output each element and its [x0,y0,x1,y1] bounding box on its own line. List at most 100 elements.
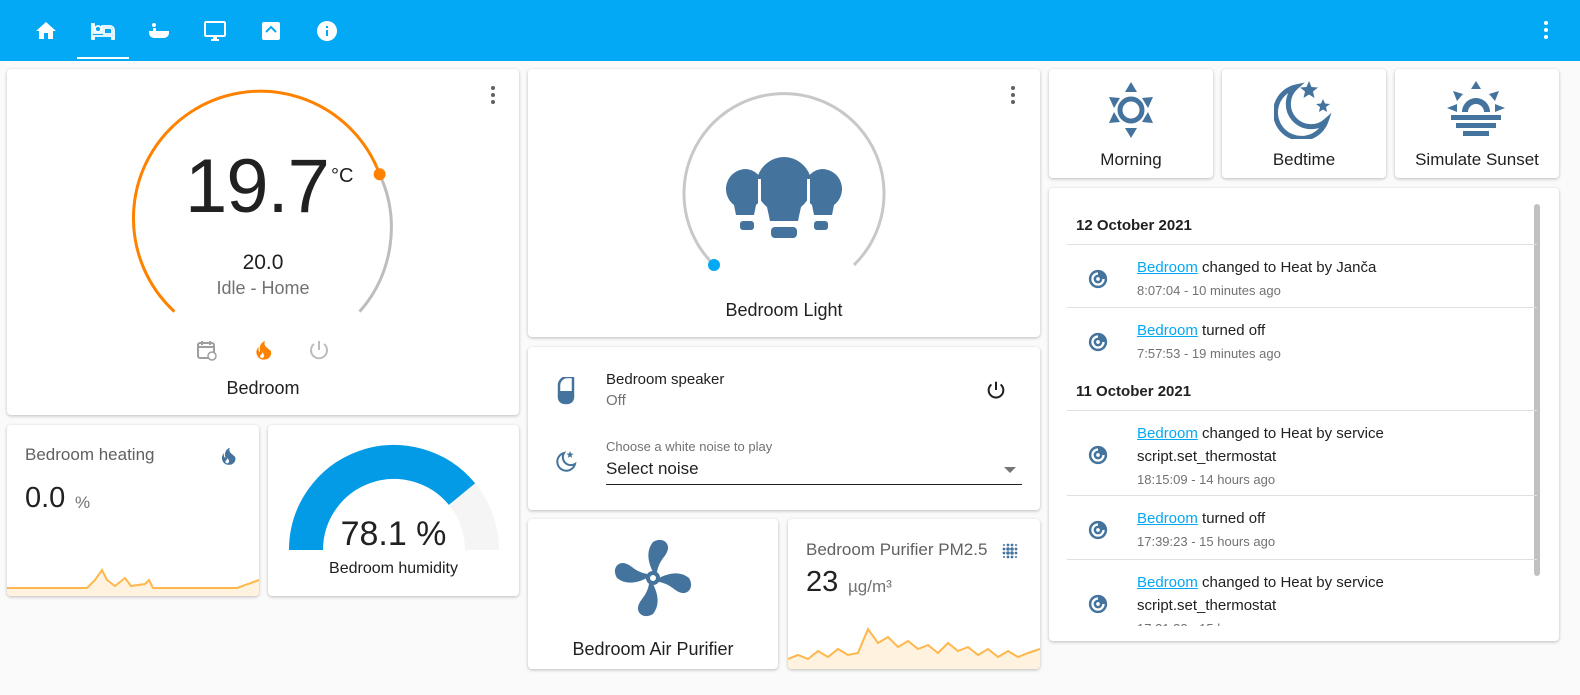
script-button-bedtime[interactable]: Bedtime [1222,69,1386,178]
logbook-entity-link[interactable]: Bedroom [1137,259,1198,276]
power-icon[interactable] [307,338,331,362]
speaker-name[interactable]: Bedroom speaker [606,371,724,388]
fire-icon[interactable] [251,338,275,362]
thermostat-menu-button[interactable] [481,83,505,107]
heating-value: 0.0 [25,482,66,514]
moon-stars-icon [556,451,577,472]
pm25-sparkline [788,626,1040,669]
heating-sensor-card[interactable]: Bedroom heating 0.0 % [7,425,259,596]
pm25-value: 23 [806,566,839,598]
thermostat-icon [1088,269,1108,289]
divider [1067,410,1537,411]
divider [1067,307,1537,308]
top-toolbar [0,0,1580,61]
home-icon [36,21,56,39]
calendar-sync-icon[interactable] [195,338,219,362]
target-temperature[interactable]: 20.0 [7,251,519,275]
script-label-simulate-sunset: Simulate Sunset [1415,150,1539,169]
overflow-menu-button[interactable] [1534,18,1558,42]
logbook-entry: Bedroom changed to Heat by service scrip… [1067,571,1537,626]
thermostat-icon [1088,445,1108,465]
logbook-entry: Bedroom changed to Heat by Janča 8:07:04… [1067,256,1537,306]
script-label-bedtime: Bedtime [1272,150,1336,169]
logbook-message: changed to Heat by service [1197,574,1384,591]
script-button-simulate-sunset[interactable]: Simulate Sunset [1395,69,1559,178]
divider [1067,495,1537,496]
pm25-sensor-card[interactable]: Bedroom Purifier PM2.5 23 µg/m³ [788,519,1040,669]
lightbulb-group-icon[interactable] [724,157,844,247]
power-icon[interactable] [985,379,1007,401]
logbook-entity-link[interactable]: Bedroom [1137,574,1198,591]
logbook-time: 18:15:09 - 14 hours ago [1137,472,1276,487]
dots-vertical-icon [491,86,495,104]
bath-icon [149,22,169,38]
humidity-value: 78.1 % [340,515,447,553]
logbook-time: 8:07:04 - 10 minutes ago [1137,283,1281,298]
script-label-morning: Morning [1100,150,1162,169]
logbook-time: 17:39:23 - 15 hours ago [1137,534,1276,549]
logbook-entity-link[interactable]: Bedroom [1137,510,1198,527]
script-button-morning[interactable]: Morning [1049,69,1213,178]
logbook-clip: Bedroom changed to Heat by service scrip… [1049,560,1559,626]
dots-vertical-icon [1011,86,1015,104]
logbook-time: 7:57:53 - 19 minutes ago [1137,346,1281,361]
logbook-entity-link[interactable]: Bedroom [1137,322,1198,339]
hvac-status: Idle - Home [216,278,310,298]
chevron-down-icon [1004,467,1016,473]
tab-media[interactable] [189,0,241,61]
dots-vertical-icon [1544,21,1548,39]
logbook-entity-link[interactable]: Bedroom [1137,425,1198,442]
pm25-unit: µg/m³ [848,577,892,596]
logbook-date: 12 October 2021 [1076,217,1192,234]
heating-unit: % [75,493,91,512]
temperature-unit: °C [331,165,354,187]
logbook-date: 11 October 2021 [1076,383,1192,400]
thermostat-target-handle[interactable] [373,168,386,181]
fan-icon [614,539,692,617]
logbook-message: changed to Heat by service [1197,425,1384,442]
tab-info[interactable] [301,0,353,61]
logbook-message-cont: script.set_thermostat [1137,448,1277,465]
tab-bedroom[interactable] [77,0,129,61]
logbook-message: turned off [1197,322,1266,339]
air-purifier-card[interactable]: Bedroom Air Purifier [528,519,778,669]
thermostat-icon [1088,594,1108,614]
sun-icon [1109,82,1153,138]
logbook-entry: Bedroom turned off 7:57:53 - 19 minutes … [1067,319,1537,369]
tab-bathroom[interactable] [133,0,185,61]
logbook-card: 12 October 2021 Bedroom changed to Heat … [1049,188,1559,641]
thermostat-card: 19.7 °C 20.0 Idle - Home Bedroom [7,69,519,415]
air-purifier-name: Bedroom Air Purifier [572,639,734,659]
noise-select-label: Choose a white noise to play [606,439,773,454]
light-name[interactable]: Bedroom Light [528,300,1040,321]
light-card: Bedroom Light [528,69,1040,337]
thermostat-icon [1088,332,1108,352]
tab-expand[interactable] [245,0,297,61]
logbook-entry: Bedroom turned off 17:39:23 - 15 hours a… [1067,507,1537,557]
light-menu-button[interactable] [1001,83,1025,107]
humidity-gauge-card[interactable]: 78.1 % Bedroom humidity [268,425,519,596]
logbook-message: changed to Heat by Janča [1197,259,1377,276]
thermostat-icon [1088,520,1108,540]
blur-icon [1002,543,1018,559]
logbook-message-cont: script.set_thermostat [1137,597,1277,614]
info-icon [317,20,337,41]
sunset-icon [1447,81,1505,136]
speaker-state: Off [606,392,626,409]
brightness-handle[interactable] [708,259,720,271]
divider [1067,244,1537,245]
thermostat-name: Bedroom [226,378,300,398]
heating-sparkline [7,568,259,596]
current-temperature: 19.7 [185,144,330,229]
noise-select[interactable]: Select noise [606,459,1022,485]
logbook-entry: Bedroom changed to Heat by service scrip… [1067,422,1537,492]
moon-stars-icon [1274,81,1332,139]
humidity-name: Bedroom humidity [329,560,458,577]
heating-sensor-name: Bedroom heating [25,445,155,464]
entities-card: Bedroom speaker Off Choose a white noise… [528,347,1040,510]
tab-home[interactable] [20,0,72,61]
monitor-icon [204,20,226,41]
speaker-icon[interactable] [557,377,575,405]
pm25-sensor-name: Bedroom Purifier PM2.5 [806,540,988,559]
bed-icon [91,22,115,40]
